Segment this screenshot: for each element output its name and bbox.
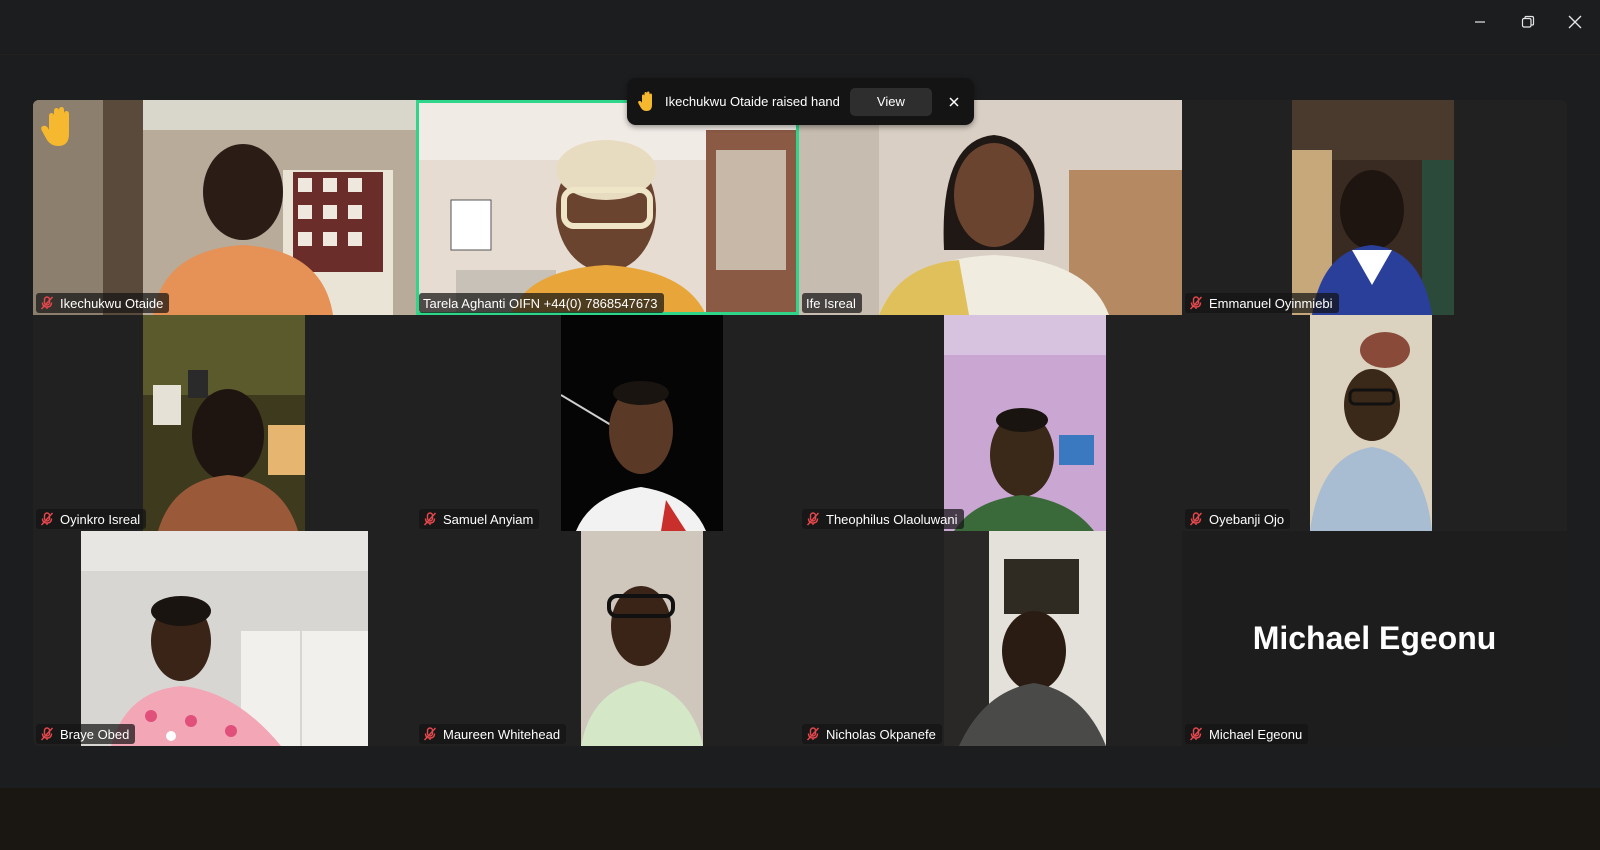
participant-tile-no-video[interactable]: Michael Egeonu Michael Egeonu	[1182, 531, 1567, 746]
participant-grid: Ikechukwu Otaide Tarela Aghanti OIFN +44…	[33, 100, 1567, 746]
participant-name: Emmanuel Oyinmiebi	[1209, 295, 1333, 311]
participant-name-tag: Tarela Aghanti OIFN +44(0) 7868547673	[419, 293, 664, 313]
bottom-toolbar-area	[0, 788, 1600, 850]
participant-name: Oyinkro Isreal	[60, 511, 141, 527]
participant-video	[33, 100, 416, 315]
minimize-icon	[1475, 21, 1485, 23]
mic-muted-icon	[1189, 727, 1203, 741]
mic-muted-icon	[1189, 296, 1203, 310]
participant-tile[interactable]: Theophilus Olaoluwani	[799, 315, 1182, 531]
meeting-window: Ikechukwu Otaide Tarela Aghanti OIFN +44…	[0, 0, 1600, 850]
participant-video	[1292, 100, 1454, 315]
participant-tile[interactable]: Oyebanji Ojo	[1182, 315, 1567, 531]
mic-muted-icon	[423, 512, 437, 526]
participant-name-tag: Samuel Anyiam	[419, 509, 540, 529]
participant-video	[944, 531, 1106, 746]
participant-name-tag: Nicholas Okpanefe	[802, 724, 942, 744]
mic-muted-icon	[40, 296, 54, 310]
participant-name: Michael Egeonu	[1209, 726, 1303, 742]
participant-name-tag: Oyinkro Isreal	[36, 509, 147, 529]
mic-muted-icon	[806, 512, 820, 526]
participant-name-tag: Maureen Whitehead	[419, 724, 567, 744]
participant-video	[143, 315, 305, 531]
title-bar	[0, 0, 1600, 48]
participant-name: Braye Obed	[60, 726, 130, 742]
participant-name: Ikechukwu Otaide	[60, 295, 164, 311]
participant-tile[interactable]: Samuel Anyiam	[416, 315, 799, 531]
participant-tile[interactable]: Braye Obed	[33, 531, 416, 746]
participant-tile[interactable]: Ife Isreal	[799, 100, 1182, 315]
participant-name: Ife Isreal	[806, 295, 856, 311]
participant-video	[581, 531, 703, 746]
mic-muted-icon	[40, 512, 54, 526]
mic-muted-icon	[423, 727, 437, 741]
participant-tile[interactable]: Maureen Whitehead	[416, 531, 799, 746]
participant-name-tag: Theophilus Olaoluwani	[802, 509, 964, 529]
restore-icon	[1521, 15, 1535, 28]
participant-name: Samuel Anyiam	[443, 511, 534, 527]
participant-tile[interactable]: Oyinkro Isreal	[33, 315, 416, 531]
raised-hand-icon	[41, 107, 69, 146]
raised-hand-notification: Ikechukwu Otaide raised hand View	[627, 78, 974, 125]
view-button[interactable]: View	[849, 87, 932, 116]
notification-text: Ikechukwu Otaide raised hand	[665, 94, 840, 109]
participant-name: Oyebanji Ojo	[1209, 511, 1285, 527]
participant-name-tag: Braye Obed	[36, 724, 136, 744]
participant-video	[799, 100, 1182, 315]
participant-tile-active-speaker[interactable]: Tarela Aghanti OIFN +44(0) 7868547673	[416, 100, 799, 315]
participant-name-tag: Ikechukwu Otaide	[36, 293, 170, 313]
participant-name: Theophilus Olaoluwani	[826, 511, 958, 527]
participant-name: Nicholas Okpanefe	[826, 726, 936, 742]
participant-tile[interactable]: Ikechukwu Otaide	[33, 100, 416, 315]
participant-video	[416, 100, 799, 315]
raised-hand-icon	[638, 91, 652, 111]
dismiss-notification-button[interactable]	[946, 94, 962, 110]
participant-name-tag: Oyebanji Ojo	[1185, 509, 1291, 529]
participant-video	[561, 315, 723, 531]
participant-video	[81, 531, 368, 746]
participant-name-tag: Ife Isreal	[802, 293, 862, 313]
mic-muted-icon	[1189, 512, 1203, 526]
mic-muted-icon	[40, 727, 54, 741]
mic-muted-icon	[806, 727, 820, 741]
participant-video	[944, 315, 1106, 531]
participant-video	[1310, 315, 1432, 531]
close-icon	[1568, 15, 1582, 29]
participant-display-name: Michael Egeonu	[1252, 620, 1497, 656]
participant-name-tag: Michael Egeonu	[1185, 724, 1309, 744]
participant-tile[interactable]: Nicholas Okpanefe	[799, 531, 1182, 746]
restore-button[interactable]	[1508, 6, 1548, 38]
minimize-button[interactable]	[1460, 6, 1500, 38]
title-bar-divider	[0, 54, 1600, 55]
participant-name: Tarela Aghanti OIFN +44(0) 7868547673	[423, 295, 658, 311]
participant-name-tag: Emmanuel Oyinmiebi	[1185, 293, 1339, 313]
close-icon	[949, 96, 959, 107]
participant-name: Maureen Whitehead	[443, 726, 561, 742]
participant-tile[interactable]: Emmanuel Oyinmiebi	[1182, 100, 1567, 315]
close-window-button[interactable]	[1555, 6, 1595, 38]
